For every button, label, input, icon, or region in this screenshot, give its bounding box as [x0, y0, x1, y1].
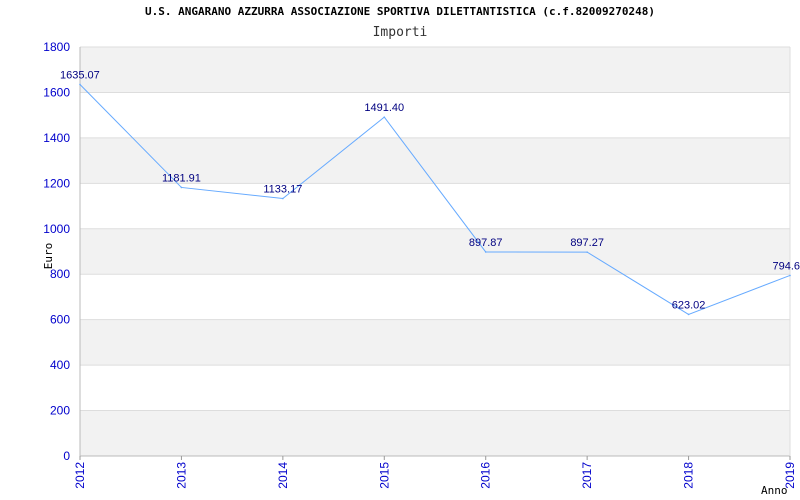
x-tick-label: 2018 [682, 462, 696, 489]
data-point [789, 274, 791, 277]
y-tick-label: 400 [50, 358, 70, 372]
data-label: 1181.91 [162, 172, 201, 184]
y-tick-label: 1800 [43, 40, 70, 54]
data-point [383, 116, 386, 118]
data-point [586, 251, 588, 253]
x-tick-label: 2017 [580, 462, 594, 489]
x-tick-label: 2016 [479, 462, 493, 489]
y-axis-label: Euro [42, 243, 55, 270]
grid-band [80, 47, 790, 93]
y-tick-label: 0 [63, 449, 70, 463]
data-point [484, 251, 487, 253]
x-axis-label: Anno [761, 484, 788, 497]
grid-band [80, 410, 790, 456]
y-tick-label: 1400 [43, 131, 70, 145]
data-point [282, 197, 284, 200]
data-label: 1491.40 [364, 102, 404, 114]
x-tick-label: 2013 [174, 462, 188, 489]
y-tick-label: 600 [50, 313, 70, 327]
data-point [180, 186, 183, 189]
y-tick-label: 1000 [43, 222, 70, 236]
x-tick-label: 2014 [276, 462, 290, 489]
y-tick-label: 1600 [43, 85, 70, 99]
series-line [79, 84, 791, 315]
y-tick-label: 200 [50, 404, 70, 418]
data-point [79, 83, 81, 86]
x-tick-label: 2012 [73, 462, 87, 489]
data-label: 794.6 [772, 260, 800, 272]
y-tick-label: 1200 [43, 176, 70, 190]
data-point [687, 313, 690, 316]
data-label: 1133.17 [263, 184, 302, 196]
data-label: 897.27 [570, 237, 604, 249]
line-chart: 020040060080010001200140016001800 2012 20… [42, 40, 800, 497]
grid-band [80, 319, 790, 366]
data-label: 623.02 [672, 299, 706, 311]
data-label: 897.87 [469, 237, 503, 249]
data-label: 1635.07 [60, 69, 100, 81]
x-tick-label: 2015 [377, 462, 391, 489]
grid-band [80, 228, 790, 275]
